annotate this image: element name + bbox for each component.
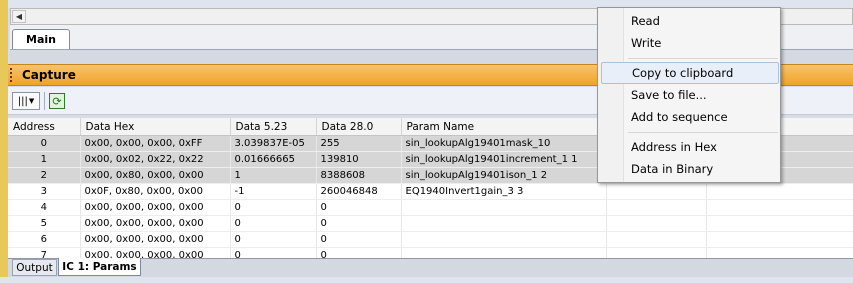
cell-address: 6 — [8, 231, 81, 248]
cell-data-5-23: 0 — [230, 199, 317, 216]
cell-empty — [706, 199, 853, 216]
cell-data-hex: 0x00, 0x00, 0x00, 0xFF — [80, 135, 231, 152]
cell-param-name: sin_lookupAlg19401mask_10 — [401, 135, 607, 152]
cell-empty — [706, 231, 853, 248]
menu-separator — [628, 132, 778, 133]
cell-data-hex: 0x00, 0x80, 0x00, 0x00 — [80, 167, 231, 184]
cell-param-name — [401, 247, 607, 258]
tab-ic1-params[interactable]: IC 1: Params — [58, 258, 141, 276]
cell-address: 4 — [8, 199, 81, 216]
cell-data-5-23: 3.039837E-05 — [230, 135, 317, 152]
menu-item-copy-to-clipboard[interactable]: Copy to clipboard — [601, 62, 779, 84]
cell-address: 0 — [8, 135, 81, 152]
cell-data-5-23: 1 — [230, 167, 317, 184]
menu-item-data-in-binary[interactable]: Data in Binary — [601, 158, 779, 180]
column-header-data-28-0[interactable]: Data 28.0 — [316, 118, 402, 136]
cell-data-28-0: 8388608 — [316, 167, 402, 184]
cell-empty — [606, 183, 707, 200]
menu-item-address-in-hex[interactable]: Address in Hex — [601, 136, 779, 158]
cell-empty — [606, 247, 707, 258]
column-header-param-name[interactable]: Param Name — [401, 118, 607, 136]
cell-param-name — [401, 231, 607, 248]
panel-grip-icon[interactable] — [10, 68, 14, 82]
cell-data-hex: 0x00, 0x02, 0x22, 0x22 — [80, 151, 231, 168]
table-row[interactable]: 6 0x00, 0x00, 0x00, 0x00 0 0 — [8, 231, 853, 248]
refresh-icon: ⟳ — [52, 94, 62, 108]
columns-icon: ||| — [17, 95, 28, 107]
column-header-data-5-23[interactable]: Data 5.23 — [230, 118, 317, 136]
cell-empty — [606, 215, 707, 232]
menu-item-write[interactable]: Write — [601, 32, 779, 54]
capture-panel-title: Capture — [22, 68, 76, 82]
cell-data-hex: 0x00, 0x00, 0x00, 0x00 — [80, 247, 231, 258]
cell-empty — [606, 199, 707, 216]
cell-param-name: sin_lookupAlg19401ison_1 2 — [401, 167, 607, 184]
table-row[interactable]: 5 0x00, 0x00, 0x00, 0x00 0 0 — [8, 215, 853, 232]
scroll-left-arrow-icon[interactable]: ◀ — [12, 10, 26, 23]
cell-address: 3 — [8, 183, 81, 200]
cell-data-5-23: -1 — [230, 183, 317, 200]
table-row[interactable]: 4 0x00, 0x00, 0x00, 0x00 0 0 — [8, 199, 853, 216]
left-dock-stripe — [0, 0, 8, 283]
refresh-button[interactable]: ⟳ — [49, 93, 65, 109]
cell-empty — [606, 231, 707, 248]
cell-data-28-0: 0 — [316, 247, 402, 258]
cell-address: 7 — [8, 247, 81, 258]
cell-data-28-0: 139810 — [316, 151, 402, 168]
cell-data-hex: 0x00, 0x00, 0x00, 0x00 — [80, 199, 231, 216]
cell-param-name: sin_lookupAlg19401increment_1 1 — [401, 151, 607, 168]
cell-address: 5 — [8, 215, 81, 232]
tab-main[interactable]: Main — [12, 29, 70, 49]
menu-item-add-to-sequence[interactable]: Add to sequence — [601, 106, 779, 128]
cell-param-name — [401, 199, 607, 216]
toolbar-separator — [44, 92, 45, 110]
cell-data-5-23: 0 — [230, 247, 317, 258]
cell-data-28-0: 0 — [316, 199, 402, 216]
footer-strip — [0, 277, 853, 283]
dropdown-arrow-icon: ▼ — [28, 97, 35, 105]
cell-data-hex: 0x00, 0x00, 0x00, 0x00 — [80, 231, 231, 248]
cell-address: 1 — [8, 151, 81, 168]
cell-empty — [706, 247, 853, 258]
cell-data-28-0: 260046848 — [316, 183, 402, 200]
menu-item-save-to-file[interactable]: Save to file... — [601, 84, 779, 106]
cell-empty — [706, 215, 853, 232]
table-row[interactable]: 3 0x0F, 0x80, 0x00, 0x00 -1 260046848 EQ1940… — [8, 183, 853, 200]
columns-menu-button[interactable]: ||| ▼ — [12, 92, 40, 110]
cell-param-name: EQ1940Invert1gain_3 3 — [401, 183, 607, 200]
cell-data-5-23: 0.01666665 — [230, 151, 317, 168]
menu-separator — [628, 58, 778, 59]
cell-param-name — [401, 215, 607, 232]
menu-item-read[interactable]: Read — [601, 10, 779, 32]
table-row[interactable]: 7 0x00, 0x00, 0x00, 0x00 0 0 — [8, 247, 853, 258]
cell-data-5-23: 0 — [230, 231, 317, 248]
cell-data-5-23: 0 — [230, 215, 317, 232]
cell-data-hex: 0x00, 0x00, 0x00, 0x00 — [80, 215, 231, 232]
tab-output[interactable]: Output — [12, 259, 57, 276]
cell-data-28-0: 0 — [316, 231, 402, 248]
column-header-address[interactable]: Address — [8, 118, 81, 136]
cell-empty — [706, 183, 853, 200]
cell-address: 2 — [8, 167, 81, 184]
cell-data-28-0: 255 — [316, 135, 402, 152]
column-header-data-hex[interactable]: Data Hex — [80, 118, 231, 136]
cell-data-hex: 0x0F, 0x80, 0x00, 0x00 — [80, 183, 231, 200]
cell-data-28-0: 0 — [316, 215, 402, 232]
